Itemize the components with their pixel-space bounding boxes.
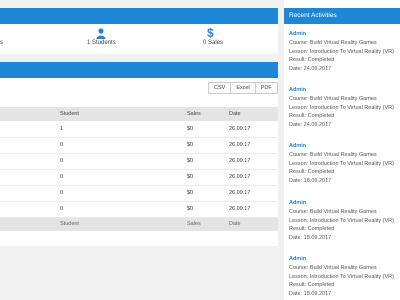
- activity-date: Date: 24.09.2017: [289, 122, 332, 129]
- activity-lesson: Lesson: Introduction To Virtual Reality …: [289, 217, 394, 224]
- main-panel: s 1 Students $ 0 Sales CSV Excel PDF Stu…: [0, 0, 278, 300]
- footer-date: Date: [229, 221, 241, 228]
- table-row: 0 $0 26.09.17: [0, 185, 278, 201]
- sales-table: Student Sales Date 1 $0 26.09.17 0 $0 26…: [0, 107, 278, 231]
- cell: [0, 169, 60, 185]
- col-header-0[interactable]: [0, 107, 60, 121]
- col-header-student[interactable]: Student: [60, 107, 187, 121]
- export-csv-button[interactable]: CSV: [208, 82, 232, 94]
- activity-date: Date: 18.09.2017: [289, 178, 332, 185]
- activity-user-link[interactable]: Admin: [289, 255, 400, 264]
- cell-date: 26.09.17: [229, 174, 251, 180]
- activity-result: Result: Completed: [289, 169, 335, 176]
- export-pdf-button[interactable]: PDF: [254, 82, 278, 94]
- cell-date: 26.09.17: [229, 190, 251, 196]
- activity-date: Date: 18.09.2017: [289, 291, 332, 298]
- cell-student: 0: [60, 158, 64, 164]
- stat-students: 1 Students: [87, 40, 116, 46]
- cell-sales: $0: [187, 142, 194, 148]
- stats-row: s 1 Students $ 0 Sales: [0, 24, 278, 54]
- activity-lesson: Lesson: Introduction To Virtual Reality …: [289, 160, 394, 167]
- activity-result: Result: Completed: [289, 113, 335, 120]
- stat-sales: 0 Sales: [203, 40, 224, 46]
- cell-student: 0: [60, 190, 64, 196]
- cell-sales: $0: [187, 158, 194, 164]
- footer-sales: Sales: [187, 221, 201, 228]
- activity-course: Course: Build Virtual Reality Games: [289, 264, 377, 271]
- col-header-date[interactable]: Date: [229, 107, 278, 121]
- activity-item: Admin Course: Build Virtual Reality Game…: [289, 199, 400, 243]
- activity-result: Result: Completed: [289, 282, 335, 289]
- cell-student: 0: [60, 174, 64, 180]
- cell-sales: $0: [187, 125, 194, 132]
- table-row: 0 $0 26.09.17: [0, 153, 278, 169]
- cell: [0, 185, 60, 201]
- cell-sales: $0: [187, 190, 194, 196]
- cell: [0, 153, 60, 169]
- cell-student: 0: [60, 142, 64, 148]
- activity-user-link[interactable]: Admin: [289, 142, 400, 151]
- sales-table-panel: CSV Excel PDF Student Sales Date 1 $0 26…: [0, 78, 278, 246]
- cell-date: 26.09.17: [229, 158, 251, 164]
- cell-date: 26.09.17: [229, 125, 251, 132]
- table-row: 1 $0 26.09.17: [0, 121, 278, 137]
- activity-lesson: Lesson: Introduction To Virtual Reality …: [289, 273, 394, 280]
- table-header-bar: [0, 62, 278, 78]
- activity-item: Admin Course: Build Virtual Reality Game…: [289, 142, 400, 186]
- footer-cell: [0, 217, 60, 231]
- cell-sales: $0: [187, 206, 194, 212]
- table-row: 0 $0 26.09.17: [0, 137, 278, 153]
- activity-date: Date: 24.09.2017: [289, 66, 332, 73]
- user-icon: [96, 28, 106, 39]
- footer-student: Student: [60, 221, 79, 228]
- cell-date: 26.09.17: [229, 142, 251, 148]
- activity-item: Admin Course: Build Virtual Reality Game…: [289, 86, 400, 130]
- activity-course: Course: Build Virtual Reality Games: [289, 95, 377, 102]
- activity-result: Result: Completed: [289, 57, 335, 64]
- recent-activities-panel: Recent Activities Admin Course: Build Vi…: [284, 0, 400, 300]
- stats-header-bar: [0, 8, 278, 24]
- activity-course: Course: Build Virtual Reality Games: [289, 39, 377, 46]
- activity-lesson: Lesson: Introduction To Virtual Reality …: [289, 48, 394, 55]
- cell-date: 26.09.17: [229, 206, 251, 212]
- cell: [0, 201, 60, 217]
- col-header-sales[interactable]: Sales: [187, 107, 229, 121]
- cell-student: 0: [60, 206, 64, 212]
- recent-activities-title: Recent Activities: [284, 8, 400, 24]
- cell-student: 1: [60, 125, 64, 132]
- activity-user-link[interactable]: Admin: [289, 199, 400, 208]
- activity-result: Result: Completed: [289, 226, 335, 233]
- cell: [0, 137, 60, 153]
- export-button-group: CSV Excel PDF: [208, 82, 278, 94]
- table-footer-row: Student Sales Date: [0, 217, 278, 231]
- table-header-row: Student Sales Date: [0, 107, 278, 121]
- table-row: 0 $0 26.09.17: [0, 169, 278, 185]
- export-excel-button[interactable]: Excel: [230, 82, 256, 94]
- activity-lesson: Lesson: Introduction To Virtual Reality …: [289, 104, 394, 111]
- activity-item: Admin Course: Build Virtual Reality Game…: [289, 30, 400, 74]
- stat-partial: s: [0, 40, 3, 46]
- activity-item: Admin Course: Build Virtual Reality Game…: [289, 255, 400, 299]
- cell: [0, 121, 60, 137]
- activity-course: Course: Build Virtual Reality Games: [289, 208, 377, 215]
- table-row: 0 $0 26.09.17: [0, 201, 278, 217]
- dollar-icon: $: [207, 26, 214, 40]
- cell-sales: $0: [187, 174, 194, 180]
- activity-user-link[interactable]: Admin: [289, 30, 400, 39]
- activity-user-link[interactable]: Admin: [289, 86, 400, 95]
- activity-course: Course: Build Virtual Reality Games: [289, 151, 377, 158]
- activity-date: Date: 18.09.2017: [289, 235, 332, 242]
